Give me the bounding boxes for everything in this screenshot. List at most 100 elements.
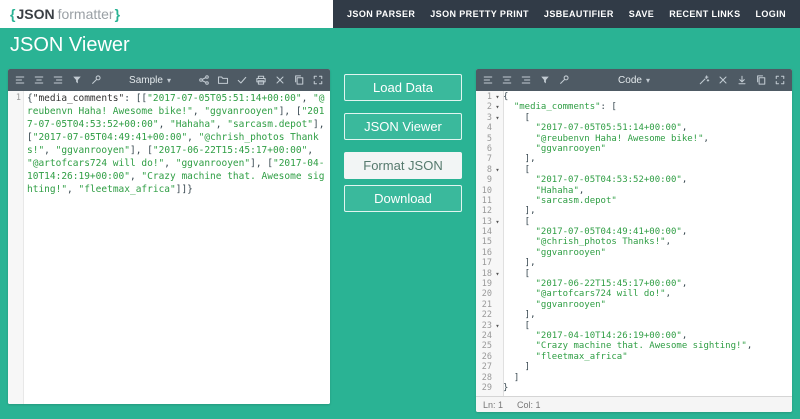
nav-item-jsbeautifier[interactable]: JSBEAUTIFIER [544, 9, 614, 19]
line-number: 1 [476, 92, 492, 102]
fold-toggle-icon[interactable]: ▾ [492, 165, 503, 175]
nav-item-recent-links[interactable]: RECENT LINKS [669, 9, 740, 19]
code-token: , [682, 123, 687, 133]
code-text: } [503, 383, 792, 393]
print-icon[interactable] [255, 74, 267, 86]
code-line: 4 "2017-07-05T05:51:14+00:00", [476, 123, 792, 133]
code-line: 12 ], [476, 206, 792, 216]
copy-icon[interactable] [293, 74, 305, 86]
fold-spacer [492, 175, 503, 185]
code-token: "2017-07-05T04:49:41+00:00" [33, 132, 187, 143]
code-token [503, 144, 536, 154]
code-token [503, 300, 536, 310]
code-token [503, 175, 536, 185]
action-buttons: Load Data JSON Viewer Format JSON Download [330, 69, 476, 224]
share-icon[interactable] [198, 74, 210, 86]
line-number: 27 [476, 362, 492, 372]
code-line: 5 "@reubenvn Haha! Awesome bike!", [476, 134, 792, 144]
align-center-icon[interactable] [33, 74, 45, 86]
code-token: "Hahaha" [536, 186, 579, 196]
output-editor-toolbar: Code ▾ [476, 69, 792, 91]
nav-item-json-pretty-print[interactable]: JSON PRETTY PRINT [430, 9, 529, 19]
code-text: "fleetmax_africa" [503, 352, 792, 362]
filter-icon[interactable] [71, 74, 83, 86]
code-token: { [503, 92, 508, 102]
left-editor-code: {"media_comments": [["2017-07-05T05:51:1… [24, 91, 330, 196]
code-token: , [704, 134, 709, 144]
code-mode-dropdown[interactable]: Code ▾ [618, 75, 650, 86]
code-token: ], [503, 154, 536, 164]
code-text: ], [503, 258, 792, 268]
code-line: 26 "fleetmax_africa" [476, 352, 792, 362]
download-icon[interactable] [736, 74, 748, 86]
fold-toggle-icon[interactable]: ▾ [492, 102, 503, 112]
expand-icon[interactable] [774, 74, 786, 86]
fold-toggle-icon[interactable]: ▾ [492, 92, 503, 102]
page-header: JSON Viewer [0, 28, 800, 63]
code-token: "@artofcars724 will do!" [536, 289, 666, 299]
code-line: 13▾ [ [476, 217, 792, 227]
align-right-icon[interactable] [520, 74, 532, 86]
wrench-icon[interactable] [558, 74, 570, 86]
json-viewer-button[interactable]: JSON Viewer [344, 113, 462, 140]
code-token: ] [503, 362, 530, 372]
fold-toggle-icon[interactable]: ▾ [492, 321, 503, 331]
close-icon[interactable] [274, 74, 286, 86]
code-token [503, 123, 536, 133]
folder-open-icon[interactable] [217, 74, 229, 86]
wand-icon[interactable] [698, 74, 710, 86]
format-json-button[interactable]: Format JSON [344, 152, 462, 179]
line-number: 9 [476, 175, 492, 185]
fold-toggle-icon[interactable]: ▾ [492, 113, 503, 123]
nav-item-login[interactable]: LOGIN [756, 9, 787, 19]
code-text: [ [503, 113, 792, 123]
output-editor-lines: 1▾{2▾ "media_comments": [3▾ [4 "2017-07-… [476, 91, 792, 393]
line-number: 18 [476, 269, 492, 279]
topbar: { JSON formatter } JSON PARSER JSON PRETT… [0, 0, 800, 28]
align-center-icon[interactable] [501, 74, 513, 86]
check-icon[interactable] [236, 74, 248, 86]
download-button[interactable]: Download [344, 185, 462, 212]
sample-dropdown[interactable]: Sample ▾ [129, 75, 171, 86]
input-editor[interactable]: 1 {"media_comments": [["2017-07-05T05:51… [8, 91, 330, 404]
line-number: 15 [476, 237, 492, 247]
nav-item-json-parser[interactable]: JSON PARSER [347, 9, 415, 19]
align-right-icon[interactable] [52, 74, 64, 86]
code-text: "ggvanrooyen" [503, 248, 792, 258]
load-data-button[interactable]: Load Data [344, 74, 462, 101]
fold-spacer [492, 383, 503, 393]
code-line: 11 "sarcasm.depot" [476, 196, 792, 206]
fold-toggle-icon[interactable]: ▾ [492, 269, 503, 279]
code-line: 28 ] [476, 373, 792, 383]
site-logo[interactable]: { JSON formatter } [0, 0, 333, 28]
code-token: "ggvanrooyen" [56, 145, 130, 156]
close-icon[interactable] [717, 74, 729, 86]
copy-icon[interactable] [755, 74, 767, 86]
align-left-icon[interactable] [482, 74, 494, 86]
fold-spacer [492, 300, 503, 310]
line-number: 29 [476, 383, 492, 393]
code-token: "fleetmax_africa" [536, 352, 628, 362]
code-line: 3▾ [ [476, 113, 792, 123]
code-token: , [682, 279, 687, 289]
code-token: , [666, 289, 671, 299]
line-number: 26 [476, 352, 492, 362]
code-text: "ggvanrooyen" [503, 144, 792, 154]
line-number: 6 [476, 144, 492, 154]
fold-toggle-icon[interactable]: ▾ [492, 217, 503, 227]
line-number: 19 [476, 279, 492, 289]
code-token: "sarcasm.depot" [227, 119, 313, 130]
output-editor[interactable]: 1▾{2▾ "media_comments": [3▾ [4 "2017-07-… [476, 91, 792, 396]
nav-item-save[interactable]: SAVE [629, 9, 654, 19]
line-number: 11 [476, 196, 492, 206]
code-token: : [ [601, 102, 617, 112]
wrench-icon[interactable] [90, 74, 102, 86]
code-text: ], [503, 154, 792, 164]
line-number: 13 [476, 217, 492, 227]
filter-icon[interactable] [539, 74, 551, 86]
fold-spacer [492, 352, 503, 362]
code-token: ]]} [176, 184, 193, 195]
align-left-icon[interactable] [14, 74, 26, 86]
expand-icon[interactable] [312, 74, 324, 86]
line-number: 2 [476, 102, 492, 112]
